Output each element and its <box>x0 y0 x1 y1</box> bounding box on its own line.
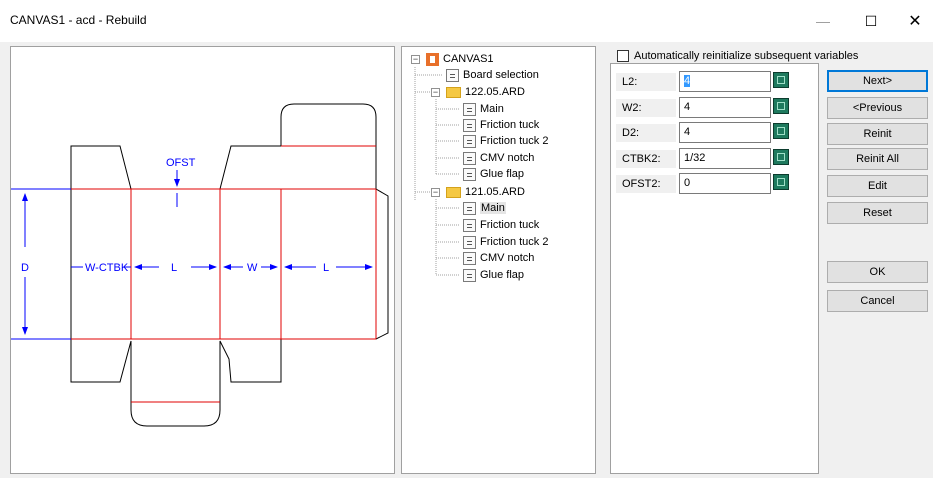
maximize-button[interactable]: ☐ <box>848 0 894 42</box>
canvas-icon <box>426 52 439 66</box>
tree-item-glue-flap[interactable]: Glue flap <box>463 267 524 283</box>
variable-input-d2[interactable]: 4 <box>679 122 771 143</box>
variable-input-ctbk2[interactable]: 1/32 <box>679 148 771 169</box>
variable-row: D2: 4 <box>611 122 820 144</box>
document-icon <box>463 134 476 148</box>
variable-label: CTBK2: <box>616 150 676 168</box>
variable-label: D2: <box>616 124 676 142</box>
auto-reinit-checkbox[interactable] <box>617 50 629 62</box>
tree-item-label: Main <box>480 103 504 115</box>
reset-button[interactable]: Reset <box>827 202 928 224</box>
tree-item-friction-tuck-2[interactable]: Friction tuck 2 <box>463 234 548 250</box>
collapse-toggle-root[interactable]: − <box>411 55 420 64</box>
variable-input-l2[interactable]: 4 <box>679 71 771 92</box>
next-button[interactable]: Next> <box>827 70 928 92</box>
dim-label-l-1: L <box>171 262 177 274</box>
reinit-button[interactable]: Reinit <box>827 123 928 145</box>
collapse-toggle-group-2[interactable]: − <box>431 188 440 197</box>
variable-row: CTBK2: 1/32 <box>611 148 820 170</box>
dim-label-w-ctbk: W-CTBK <box>85 262 129 274</box>
window-title: CANVAS1 - acd - Rebuild <box>10 13 147 27</box>
formula-button-icon[interactable] <box>773 98 789 114</box>
document-icon <box>463 268 476 282</box>
document-icon <box>463 102 476 116</box>
variable-row: OFST2: 0 <box>611 173 820 195</box>
document-icon <box>463 151 476 165</box>
ok-button[interactable]: OK <box>827 261 928 283</box>
tree-item-friction-tuck[interactable]: Friction tuck <box>463 117 539 133</box>
close-button[interactable]: ✕ <box>892 0 933 42</box>
tree-item-label: CMV notch <box>480 252 535 264</box>
collapse-toggle-group-1[interactable]: − <box>431 88 440 97</box>
tree-item-main[interactable]: Main <box>463 101 504 117</box>
tree-item-label: Friction tuck <box>480 219 540 231</box>
formula-button-icon[interactable] <box>773 72 789 88</box>
document-icon <box>463 167 476 181</box>
tree-item-group-2[interactable]: 121.05.ARD <box>446 184 525 200</box>
variable-input-ofst2[interactable]: 0 <box>679 173 771 194</box>
folder-icon <box>446 186 461 198</box>
tree-item-cmv-notch[interactable]: CMV notch <box>463 150 534 166</box>
drawing-preview: OFST D W-CTBK L W L <box>10 46 395 474</box>
reinit-all-button[interactable]: Reinit All <box>827 148 928 170</box>
formula-button-icon[interactable] <box>773 123 789 139</box>
variable-row: W2: 4 <box>611 97 820 119</box>
tree-item-label: Friction tuck 2 <box>480 236 549 248</box>
tree-item-glue-flap[interactable]: Glue flap <box>463 166 524 182</box>
formula-button-icon[interactable] <box>773 174 789 190</box>
document-icon <box>463 201 476 215</box>
cancel-button[interactable]: Cancel <box>827 290 928 312</box>
tree-item-label: Main <box>480 202 506 214</box>
tree-item-friction-tuck-2[interactable]: Friction tuck 2 <box>463 133 548 149</box>
edit-button[interactable]: Edit <box>827 175 928 197</box>
dim-label-l-2: L <box>323 262 329 274</box>
folder-icon <box>446 86 461 98</box>
tree-item-label: 121.05.ARD <box>465 186 525 198</box>
tree-item-friction-tuck[interactable]: Friction tuck <box>463 217 539 233</box>
dialog-body: OFST D W-CTBK L W L − CANVAS1 Board sele… <box>0 42 933 478</box>
tree-item-cmv-notch[interactable]: CMV notch <box>463 250 534 266</box>
auto-reinit-option[interactable]: Automatically reinitialize subsequent va… <box>617 50 858 62</box>
variable-row: L2: 4 <box>611 71 820 93</box>
title-bar: CANVAS1 - acd - Rebuild — ☐ ✕ <box>0 0 933 42</box>
rebuild-tree[interactable]: − CANVAS1 Board selection − 122.05.ARD M… <box>401 46 596 474</box>
document-icon <box>446 68 459 82</box>
document-icon <box>463 251 476 265</box>
variable-input-w2[interactable]: 4 <box>679 97 771 118</box>
minimize-button[interactable]: — <box>800 0 846 42</box>
document-icon <box>463 118 476 132</box>
document-icon <box>463 218 476 232</box>
variables-panel: L2: 4 W2: 4 D2: 4 CTBK2: 1/32 OFST2: 0 <box>610 63 819 474</box>
dim-label-w: W <box>247 262 258 274</box>
crease-lines <box>71 145 377 403</box>
tree-item-group-1[interactable]: 122.05.ARD <box>446 84 525 100</box>
tree-item-label: Glue flap <box>480 168 525 180</box>
tree-item-label: 122.05.ARD <box>465 86 525 98</box>
tree-item-label: Friction tuck <box>480 119 540 131</box>
auto-reinit-label: Automatically reinitialize subsequent va… <box>634 50 859 62</box>
dim-label-d: D <box>21 262 29 274</box>
previous-button[interactable]: <Previous <box>827 97 928 119</box>
box-diagram: OFST D W-CTBK L W L <box>11 103 389 427</box>
tree-item-label: Friction tuck 2 <box>480 135 549 147</box>
formula-button-icon[interactable] <box>773 149 789 165</box>
tree-item-board-selection[interactable]: Board selection <box>446 67 539 83</box>
variable-label: L2: <box>616 73 676 91</box>
dim-label-ofst: OFST <box>166 157 196 169</box>
tree-item-label: Glue flap <box>480 269 525 281</box>
variable-label: OFST2: <box>616 175 676 193</box>
tree-item-label: CMV notch <box>480 152 535 164</box>
tree-item-root[interactable]: CANVAS1 <box>426 51 494 67</box>
tree-item-root-label: CANVAS1 <box>443 53 494 65</box>
document-icon <box>463 235 476 249</box>
tree-item-label: Board selection <box>463 69 539 81</box>
variable-label: W2: <box>616 99 676 117</box>
tree-item-main-selected[interactable]: Main <box>463 200 506 216</box>
